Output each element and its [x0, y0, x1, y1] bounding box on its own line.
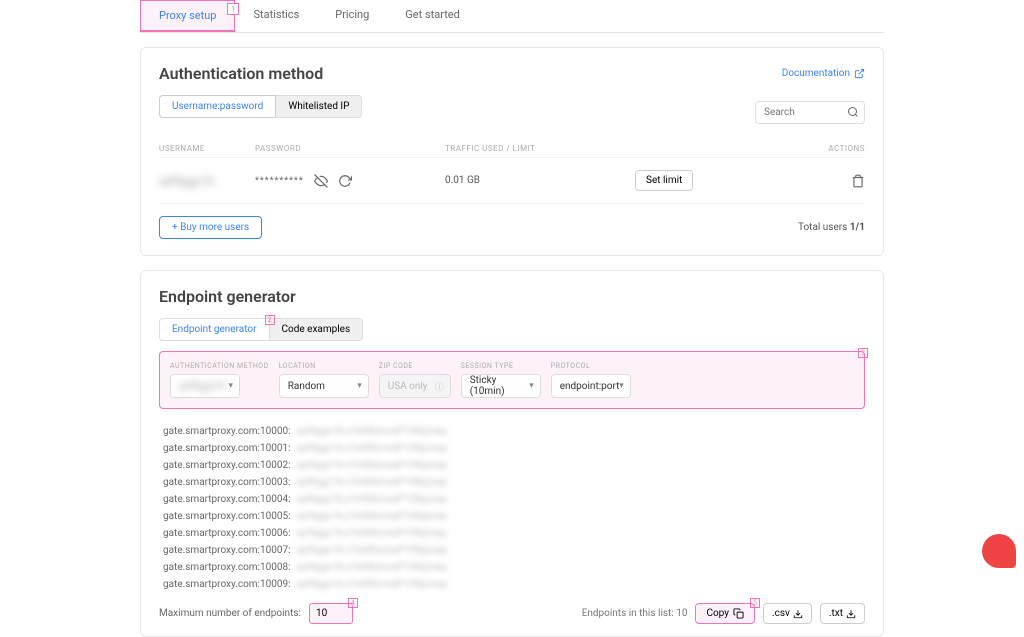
select-zip-code: USA onlyⓘ — [379, 374, 451, 398]
username-value: sp9tggv1k — [159, 174, 215, 188]
endpoint-host: gate.smartproxy.com:10005: — [163, 511, 291, 522]
endpoint-credentials-blurred: sp9tggv1k:x1k4t8orwaP1i9bjznep — [297, 460, 448, 471]
chevron-down-icon: ▾ — [357, 381, 362, 391]
chevron-down-icon: ▾ — [529, 381, 534, 391]
documentation-link[interactable]: Documentation — [782, 68, 865, 79]
endpoint-host: gate.smartproxy.com:10001: — [163, 443, 291, 454]
download-icon — [793, 609, 803, 619]
endpoint-host: gate.smartproxy.com:10008: — [163, 562, 291, 573]
endpoint-row: gate.smartproxy.com:10009: sp9tggv1k:x1k4… — [163, 576, 861, 593]
chevron-down-icon: ▾ — [228, 381, 233, 391]
col-header-actions: ACTIONS — [828, 144, 865, 153]
endpoint-credentials-blurred: sp9tggv1k:x1k4t8orwaP1i9bjznep — [297, 494, 448, 505]
seg-whitelisted-ip[interactable]: Whitelisted IP — [276, 95, 362, 118]
callout-badge-5: 5 — [750, 598, 760, 608]
select-location[interactable]: Random▾ — [279, 374, 369, 398]
endpoint-row: gate.smartproxy.com:10006: sp9tggv1k:x1k4… — [163, 525, 861, 542]
endpoint-credentials-blurred: sp9tggv1k:x1k4t8orwaP1i9bjznep — [297, 477, 448, 488]
tab-pricing[interactable]: Pricing — [317, 0, 387, 32]
endpoint-row: gate.smartproxy.com:10008: sp9tggv1k:x1k4… — [163, 559, 861, 576]
trash-icon[interactable] — [851, 174, 865, 188]
download-txt-button[interactable]: .txt — [820, 603, 865, 624]
callout-badge-3: 3 — [858, 348, 868, 358]
filter-label-location: LOCATION — [279, 362, 369, 370]
password-mask: ********** — [255, 176, 304, 186]
filter-label-auth: AUTHENTICATION METHOD — [170, 362, 269, 370]
top-tabs: Proxy setup 1 Statistics Pricing Get sta… — [140, 0, 884, 33]
tab-code-examples[interactable]: Code examples 2 — [270, 318, 364, 341]
endpoint-row: gate.smartproxy.com:10002: sp9tggv1k:x1k4… — [163, 457, 861, 474]
filter-row: AUTHENTICATION METHOD sp9tggv1k▾ LOCATIO… — [159, 351, 865, 409]
endpoint-list: gate.smartproxy.com:10000: sp9tggv1k:x1k4… — [159, 423, 865, 593]
endpoint-host: gate.smartproxy.com:10006: — [163, 528, 291, 539]
max-endpoints-input[interactable] — [309, 603, 353, 624]
chat-widget-icon[interactable] — [982, 534, 1016, 568]
tab-proxy-setup[interactable]: Proxy setup 1 — [140, 0, 235, 32]
callout-badge-2: 2 — [265, 315, 275, 325]
info-icon: ⓘ — [435, 380, 444, 393]
col-header-username: USERNAME — [159, 144, 255, 153]
endpoint-credentials-blurred: sp9tggv1k:x1k4t8orwaP1i9bjznep — [297, 579, 448, 590]
table-header: USERNAME PASSWORD TRAFFIC USED / LIMIT A… — [159, 140, 865, 157]
filter-label-zip: ZIP CODE — [379, 362, 451, 370]
download-icon — [846, 609, 856, 619]
tab-label: Proxy setup — [159, 9, 216, 22]
tab-get-started[interactable]: Get started — [387, 0, 478, 32]
select-protocol[interactable]: endpoint:port▾ — [551, 374, 631, 398]
endpoint-row: gate.smartproxy.com:10007: sp9tggv1k:x1k4… — [163, 542, 861, 559]
eye-off-icon[interactable] — [314, 174, 328, 188]
set-limit-button[interactable]: Set limit — [635, 170, 693, 191]
endpoint-row: gate.smartproxy.com:10001: sp9tggv1k:x1k4… — [163, 440, 861, 457]
total-users: Total users 1/1 — [798, 222, 865, 233]
table-row: sp9tggv1k ********** 0.01 GB Set limit — [159, 157, 865, 204]
select-session-type[interactable]: Sticky (10min)▾ — [461, 374, 541, 398]
callout-badge-4: 4 — [348, 598, 358, 608]
filter-label-session: SESSION TYPE — [461, 362, 541, 370]
buy-more-users-button[interactable]: + Buy more users — [159, 216, 262, 239]
endpoint-credentials-blurred: sp9tggv1k:x1k4t8orwaP1i9bjznep — [297, 528, 448, 539]
tab-statistics[interactable]: Statistics — [235, 0, 317, 32]
doc-link-label: Documentation — [782, 68, 850, 79]
gen-tabs: Endpoint generator Code examples 2 — [159, 318, 865, 341]
endpoint-row: gate.smartproxy.com:10003: sp9tggv1k:x1k4… — [163, 474, 861, 491]
filter-label-protocol: PROTOCOL — [551, 362, 631, 370]
copy-icon — [733, 608, 744, 619]
endpoint-row: gate.smartproxy.com:10000: sp9tggv1k:x1k4… — [163, 423, 861, 440]
endpoint-credentials-blurred: sp9tggv1k:x1k4t8orwaP1i9bjznep — [297, 545, 448, 556]
col-header-password: PASSWORD — [255, 144, 415, 153]
endpoint-host: gate.smartproxy.com:10000: — [163, 426, 291, 437]
endpoint-credentials-blurred: sp9tggv1k:x1k4t8orwaP1i9bjznep — [297, 443, 448, 454]
endpoint-generator-card: Endpoint generator Endpoint generator Co… — [140, 270, 884, 637]
max-endpoints-label: Maximum number of endpoints: — [159, 608, 301, 619]
select-auth-method[interactable]: sp9tggv1k▾ — [170, 374, 240, 398]
endpoint-host: gate.smartproxy.com:10009: — [163, 579, 291, 590]
endpoint-credentials-blurred: sp9tggv1k:x1k4t8orwaP1i9bjznep — [297, 562, 448, 573]
chevron-down-icon: ▾ — [619, 381, 624, 391]
endpoint-row: gate.smartproxy.com:10004: sp9tggv1k:x1k4… — [163, 491, 861, 508]
endpoint-credentials-blurred: sp9tggv1k:x1k4t8orwaP1i9bjznep — [297, 426, 448, 437]
refresh-icon[interactable] — [338, 174, 352, 188]
external-link-icon — [854, 68, 865, 79]
traffic-value: 0.01 GB — [445, 175, 635, 186]
gen-title: Endpoint generator — [159, 287, 865, 306]
endpoint-host: gate.smartproxy.com:10007: — [163, 545, 291, 556]
copy-button[interactable]: Copy — [695, 603, 755, 624]
col-header-traffic: TRAFFIC USED / LIMIT — [445, 144, 635, 153]
seg-user-pass[interactable]: Username:password — [159, 95, 276, 118]
endpoints-count: Endpoints in this list: 10 — [582, 608, 688, 619]
endpoint-row: gate.smartproxy.com:10005: sp9tggv1k:x1k4… — [163, 508, 861, 525]
auth-card: Authentication method Documentation User… — [140, 47, 884, 256]
endpoint-host: gate.smartproxy.com:10002: — [163, 460, 291, 471]
download-csv-button[interactable]: .csv — [763, 603, 812, 624]
endpoint-credentials-blurred: sp9tggv1k:x1k4t8orwaP1i9bjznep — [297, 511, 448, 522]
search-icon — [847, 106, 859, 118]
endpoint-host: gate.smartproxy.com:10003: — [163, 477, 291, 488]
endpoint-host: gate.smartproxy.com:10004: — [163, 494, 291, 505]
tab-endpoint-generator[interactable]: Endpoint generator — [159, 318, 270, 341]
auth-method-segmented: Username:password Whitelisted IP — [159, 95, 362, 118]
auth-title: Authentication method — [159, 64, 323, 83]
